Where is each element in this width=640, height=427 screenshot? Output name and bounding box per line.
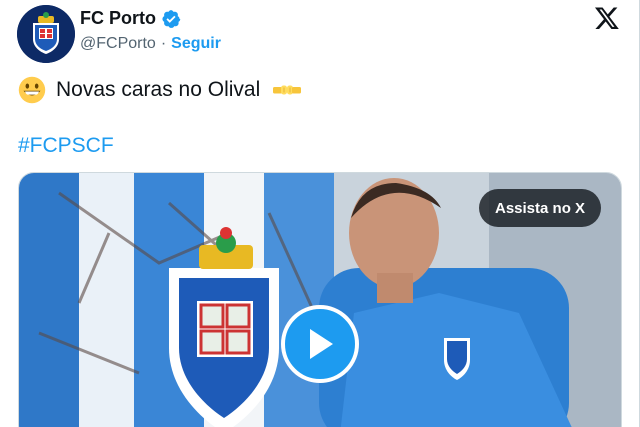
- separator-dot: ·: [160, 35, 167, 52]
- play-icon: [310, 329, 333, 359]
- grinning-face-emoji-icon: [18, 76, 46, 104]
- follow-button[interactable]: Seguir: [171, 35, 221, 53]
- verified-badge-icon: [162, 9, 181, 28]
- fist-bump-emoji-icon: [273, 85, 302, 95]
- author-handle-row: @FCPorto · Seguir: [80, 35, 221, 53]
- video-media[interactable]: Assista no X: [18, 172, 622, 427]
- author-display-name[interactable]: FC Porto: [80, 8, 156, 29]
- tweet-embed: FC Porto @FCPorto · Seguir Novas caras n…: [0, 0, 640, 427]
- watch-on-x-button[interactable]: Assista no X: [479, 189, 602, 227]
- fc-porto-crest-icon: [17, 5, 75, 63]
- tweet-text: Novas caras no Olival: [56, 78, 261, 101]
- author-name-row: FC Porto: [80, 8, 181, 29]
- x-logo-icon[interactable]: [594, 5, 620, 31]
- play-button[interactable]: [281, 305, 359, 383]
- hashtag-link[interactable]: #FCPSCF: [18, 134, 114, 158]
- author-handle[interactable]: @FCPorto: [80, 35, 156, 53]
- tweet-text-line: Novas caras no Olival: [18, 76, 302, 104]
- profile-avatar[interactable]: [17, 5, 75, 63]
